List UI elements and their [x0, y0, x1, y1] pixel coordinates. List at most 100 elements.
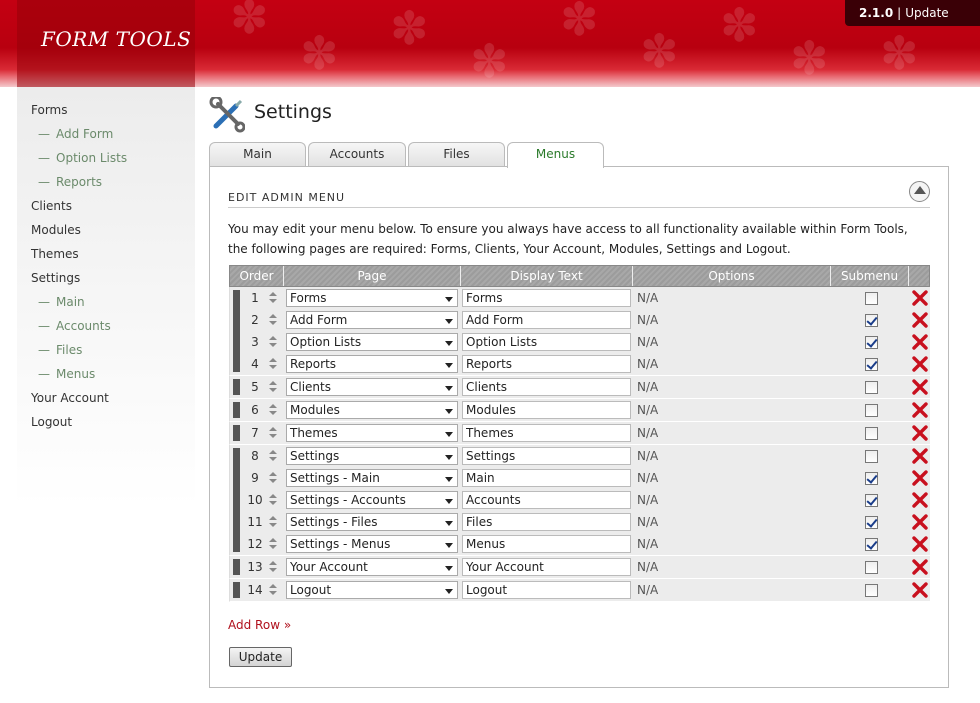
page-select[interactable]: Settings [286, 447, 458, 465]
page-select[interactable]: Themes [286, 424, 458, 442]
display-text-input[interactable] [462, 558, 631, 576]
submenu-checkbox[interactable] [865, 358, 878, 371]
sidebar-item-menus[interactable]: — Menus [17, 365, 195, 389]
sort-arrows-icon[interactable] [268, 515, 278, 529]
display-text-input[interactable] [462, 289, 631, 307]
page-select[interactable]: Logout [286, 581, 458, 599]
page-select[interactable]: Option Lists [286, 333, 458, 351]
sort-arrows-icon[interactable] [268, 449, 278, 463]
page-select[interactable]: Clients [286, 378, 458, 396]
submenu-checkbox[interactable] [865, 404, 878, 417]
sort-arrows-icon[interactable] [268, 380, 278, 394]
submenu-checkbox[interactable] [865, 584, 878, 597]
display-text-input[interactable] [462, 424, 631, 442]
page-select-value: Reports [290, 357, 337, 371]
sidebar-item-reports[interactable]: — Reports [17, 173, 195, 197]
sidebar-item-label: Menus [56, 367, 96, 381]
options-value: N/A [637, 471, 659, 485]
delete-icon[interactable] [912, 558, 928, 576]
submenu-checkbox[interactable] [865, 314, 878, 327]
sort-arrows-icon[interactable] [268, 357, 278, 371]
display-text-input[interactable] [462, 378, 631, 396]
delete-icon[interactable] [912, 491, 928, 509]
submenu-checkbox[interactable] [865, 538, 878, 551]
sidebar-item-settings[interactable]: Settings [17, 269, 195, 293]
sort-arrows-icon[interactable] [268, 403, 278, 417]
sidebar-item-modules[interactable]: Modules [17, 221, 195, 245]
sidebar-item-themes[interactable]: Themes [17, 245, 195, 269]
page-select[interactable]: Settings - Accounts [286, 491, 458, 509]
display-text-input[interactable] [462, 581, 631, 599]
update-link[interactable]: Update [905, 6, 948, 20]
display-text-input[interactable] [462, 513, 631, 531]
tab-accounts[interactable]: Accounts [308, 142, 406, 166]
submenu-checkbox[interactable] [865, 516, 878, 529]
page-select[interactable]: Your Account [286, 558, 458, 576]
logo[interactable]: FORM TOOLS [41, 27, 191, 51]
sidebar-item-option-lists[interactable]: — Option Lists [17, 149, 195, 173]
display-text-input[interactable] [462, 469, 631, 487]
delete-icon[interactable] [912, 378, 928, 396]
delete-icon[interactable] [912, 581, 928, 599]
delete-icon[interactable] [912, 355, 928, 373]
display-text-input[interactable] [462, 401, 631, 419]
page-select[interactable]: Add Form [286, 311, 458, 329]
display-text-input[interactable] [462, 311, 631, 329]
submenu-checkbox[interactable] [865, 292, 878, 305]
submenu-checkbox[interactable] [865, 472, 878, 485]
col-options: Options [633, 266, 831, 286]
sort-arrows-icon[interactable] [268, 583, 278, 597]
update-button[interactable]: Update [229, 647, 292, 667]
sidebar-item-forms[interactable]: Forms [17, 101, 195, 125]
tab-files[interactable]: Files [408, 142, 505, 166]
delete-icon[interactable] [912, 401, 928, 419]
sort-arrows-icon[interactable] [268, 426, 278, 440]
delete-icon[interactable] [912, 424, 928, 442]
sidebar-item-clients[interactable]: Clients [17, 197, 195, 221]
collapse-up-icon[interactable] [909, 181, 930, 202]
page-select[interactable]: Settings - Menus [286, 535, 458, 553]
page-select[interactable]: Modules [286, 401, 458, 419]
sidebar-item-label: Option Lists [56, 151, 128, 165]
delete-icon[interactable] [912, 289, 928, 307]
add-row-link[interactable]: Add Row » [228, 618, 291, 632]
sidebar-item-your-account[interactable]: Your Account [17, 389, 195, 413]
sort-arrows-icon[interactable] [268, 335, 278, 349]
submenu-checkbox[interactable] [865, 381, 878, 394]
sort-arrows-icon[interactable] [268, 313, 278, 327]
submenu-checkbox[interactable] [865, 450, 878, 463]
sort-arrows-icon[interactable] [268, 537, 278, 551]
sidebar-item-accounts[interactable]: — Accounts [17, 317, 195, 341]
tab-menus[interactable]: Menus [507, 142, 604, 168]
delete-icon[interactable] [912, 447, 928, 465]
submenu-checkbox[interactable] [865, 427, 878, 440]
sidebar-item-files[interactable]: — Files [17, 341, 195, 365]
display-text-input[interactable] [462, 491, 631, 509]
page-select[interactable]: Forms [286, 289, 458, 307]
sidebar-item-label: Logout [31, 415, 73, 429]
sidebar-item-logout[interactable]: Logout [17, 413, 195, 437]
delete-icon[interactable] [912, 535, 928, 553]
sort-arrows-icon[interactable] [268, 291, 278, 305]
sidebar-item-add-form[interactable]: — Add Form [17, 125, 195, 149]
display-text-input[interactable] [462, 333, 631, 351]
submenu-checkbox[interactable] [865, 494, 878, 507]
submenu-checkbox[interactable] [865, 561, 878, 574]
sort-arrows-icon[interactable] [268, 560, 278, 574]
page-select[interactable]: Settings - Main [286, 469, 458, 487]
submenu-checkbox[interactable] [865, 336, 878, 349]
delete-icon[interactable] [912, 513, 928, 531]
display-text-input[interactable] [462, 447, 631, 465]
display-text-input[interactable] [462, 355, 631, 373]
sort-arrows-icon[interactable] [268, 493, 278, 507]
delete-icon[interactable] [912, 333, 928, 351]
page-select[interactable]: Settings - Files [286, 513, 458, 531]
delete-icon[interactable] [912, 311, 928, 329]
dropdown-arrow-icon [445, 363, 453, 368]
display-text-input[interactable] [462, 535, 631, 553]
sidebar-item-main[interactable]: — Main [17, 293, 195, 317]
page-select[interactable]: Reports [286, 355, 458, 373]
sort-arrows-icon[interactable] [268, 471, 278, 485]
tab-main[interactable]: Main [209, 142, 306, 166]
delete-icon[interactable] [912, 469, 928, 487]
